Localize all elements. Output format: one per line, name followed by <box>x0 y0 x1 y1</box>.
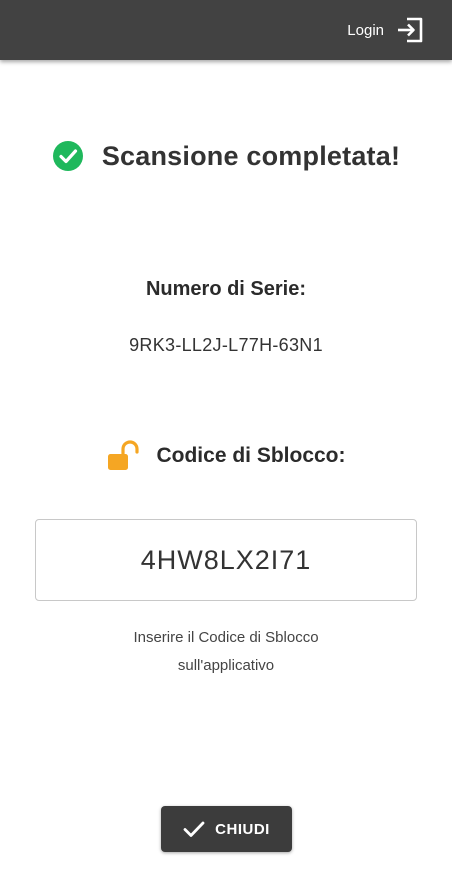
close-button[interactable]: CHIUDI <box>161 806 292 852</box>
check-circle-icon <box>52 141 83 171</box>
app-header: Login <box>0 0 452 60</box>
unlock-code-hint: Inserire il Codice di Sblocco sull'appli… <box>60 624 392 680</box>
unlock-code-field[interactable]: 4HW8LX2I71 <box>35 519 417 601</box>
login-label: Login <box>347 21 384 39</box>
hint-line-1: Inserire il Codice di Sblocco <box>133 629 319 646</box>
unlock-code-header: Codice di Sblocco: <box>0 440 452 472</box>
hint-line-2: sull'applicativo <box>177 657 275 674</box>
close-button-label: CHIUDI <box>215 820 270 838</box>
serial-number-label: Numero di Serie: <box>145 278 307 300</box>
unlock-icon <box>108 440 140 470</box>
login-icon <box>398 17 423 43</box>
scan-status: Scansione completata! <box>0 140 452 172</box>
check-icon <box>183 821 205 837</box>
status-title: Scansione completata! <box>101 140 401 171</box>
login-button[interactable]: Login <box>347 15 424 45</box>
serial-number-value: 9RK3-LL2J-L77H-63N1 <box>129 335 323 355</box>
unlock-code-label: Codice di Sblocco: <box>156 444 346 467</box>
